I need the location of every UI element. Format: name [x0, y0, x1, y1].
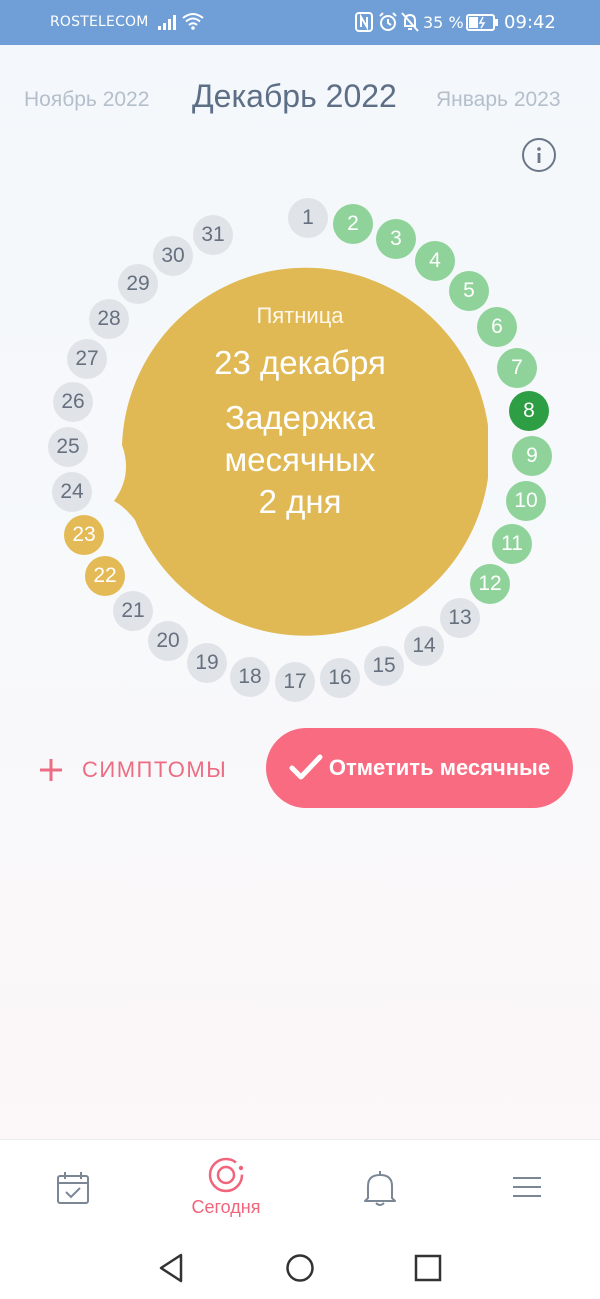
plus-icon — [40, 759, 62, 781]
nav-notifications[interactable] — [320, 1140, 440, 1237]
mark-period-button[interactable]: Отметить месячные — [266, 728, 573, 808]
bell-icon — [364, 1171, 396, 1206]
mark-period-label: Отметить месячные — [328, 755, 551, 780]
cycle-day-15[interactable]: 15 — [364, 646, 404, 686]
calendar-icon — [57, 1172, 89, 1204]
carrier-name: ROSTELECOM — [50, 14, 149, 30]
today-icon — [208, 1157, 244, 1193]
nfc-icon — [355, 12, 373, 32]
system-nav-bar — [0, 1236, 600, 1299]
cycle-status-line: месячных — [224, 441, 376, 478]
bottom-nav: Сегодня — [0, 1139, 600, 1236]
cycle-day-3[interactable]: 3 — [376, 219, 416, 259]
wifi-icon — [182, 13, 204, 30]
cycle-status: Задержка месячных 2 дня — [0, 397, 600, 523]
symptoms-label: СИМПТОМЫ — [82, 757, 228, 782]
battery-icon — [466, 14, 498, 31]
cycle-day-19[interactable]: 19 — [187, 643, 227, 683]
clock: 09:42 — [504, 12, 556, 33]
cycle-day-2[interactable]: 2 — [333, 204, 373, 244]
info-icon[interactable] — [522, 138, 556, 172]
cycle-day-16[interactable]: 16 — [320, 658, 360, 698]
cycle-day-31[interactable]: 31 — [193, 215, 233, 255]
prev-month-button[interactable]: Ноябрь 2022 — [24, 88, 149, 112]
cycle-status-line: 2 дня — [258, 483, 342, 520]
recents-icon[interactable] — [414, 1254, 442, 1282]
next-month-button[interactable]: Январь 2023 — [436, 88, 561, 112]
check-icon — [289, 754, 323, 780]
add-symptoms-button[interactable]: СИМПТОМЫ — [38, 750, 227, 790]
nav-today-label: Сегодня — [191, 1197, 261, 1217]
status-bar: ROSTELECOM 35 % 09:42 — [0, 0, 600, 45]
alarm-icon — [379, 12, 397, 31]
cycle-day-18[interactable]: 18 — [230, 657, 270, 697]
selected-weekday: Пятница — [256, 303, 344, 328]
home-icon[interactable] — [285, 1253, 315, 1283]
signal-icon — [158, 15, 176, 30]
nav-today[interactable]: Сегодня — [166, 1140, 286, 1237]
current-month-title: Декабрь 2022 — [192, 78, 397, 114]
battery-percent: 35 % — [423, 13, 464, 32]
cycle-day-1[interactable]: 1 — [288, 198, 328, 238]
mute-icon — [401, 12, 419, 32]
nav-menu[interactable] — [467, 1140, 587, 1237]
nav-calendar[interactable] — [13, 1140, 133, 1237]
selected-date: 23 декабря — [214, 344, 386, 381]
cycle-status-line: Задержка — [225, 399, 375, 436]
menu-icon — [513, 1177, 541, 1197]
cycle-day-11[interactable]: 11 — [492, 524, 532, 564]
back-icon[interactable] — [158, 1253, 184, 1283]
cycle-day-17[interactable]: 17 — [275, 662, 315, 702]
